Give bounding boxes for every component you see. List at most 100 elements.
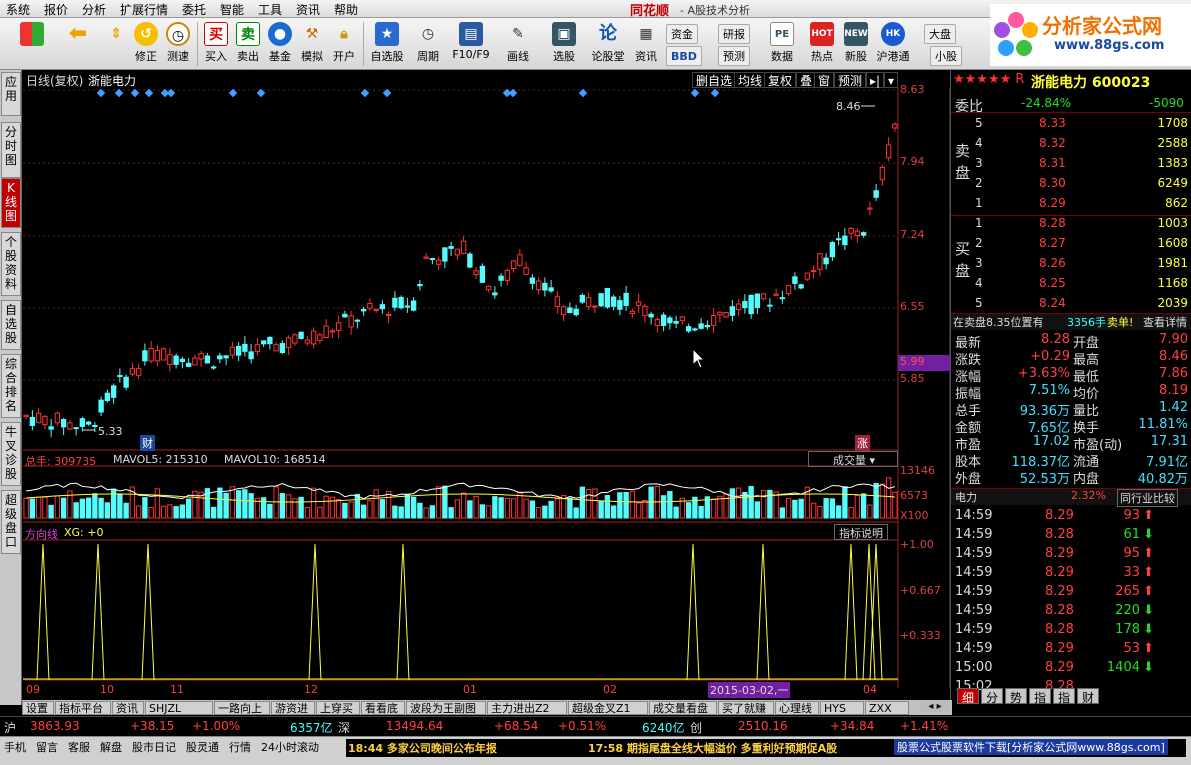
status-item[interactable]: 解盘 xyxy=(100,739,122,755)
indicator-tab[interactable]: 心理线 xyxy=(775,701,819,715)
watchlist-button[interactable]: ★ 自选股 xyxy=(368,20,406,68)
indicator-tab[interactable]: 游资进 xyxy=(271,701,315,715)
buy-level[interactable]: 3 8.26 1981 xyxy=(951,256,1191,273)
tab-profile[interactable]: 个股资料 xyxy=(1,232,21,296)
menu-help[interactable]: 帮助 xyxy=(334,1,358,18)
updown-button[interactable]: ⇕ xyxy=(100,20,132,68)
hk-connect-button[interactable]: HK 沪港通 xyxy=(874,20,912,68)
indicator-tab[interactable]: 主力进出Z2 xyxy=(487,701,567,715)
window-button[interactable]: 窗 xyxy=(814,72,835,88)
select-stock-button[interactable]: ▣ 选股 xyxy=(548,20,580,68)
menu-tools[interactable]: 工具 xyxy=(258,1,282,18)
indicator-tab[interactable]: 成交量看盘 xyxy=(649,701,717,715)
status-item[interactable]: 行情 xyxy=(229,739,251,755)
indicator-tab[interactable]: HYS xyxy=(820,701,864,715)
menu-info[interactable]: 资讯 xyxy=(296,1,320,18)
buy-level[interactable]: 4 8.25 1168 xyxy=(951,276,1191,293)
kline-chart[interactable] xyxy=(23,88,950,700)
status-item[interactable]: 24小时滚动 xyxy=(261,739,319,755)
predict-button[interactable]: 预测 xyxy=(834,72,867,88)
big-order-note[interactable]: 在卖盘8.35位置有 3356手 卖单! 查看详情 xyxy=(951,313,1191,330)
download-link[interactable]: 股票公式股票软件下载[分析家公式网www.88gs.com] xyxy=(894,739,1168,755)
buy-level[interactable]: 2 8.27 1608 xyxy=(951,236,1191,253)
sell-level[interactable]: 3 8.31 1383 xyxy=(951,156,1191,173)
sell-level[interactable]: 5 8.33 1708 xyxy=(951,116,1191,133)
period-button[interactable]: ◷ 周期 xyxy=(412,20,444,68)
menu-system[interactable]: 系统 xyxy=(6,1,30,18)
ipo-button[interactable]: NEW 新股 xyxy=(840,20,872,68)
small-cap-button[interactable]: 小股 xyxy=(930,46,962,66)
indicator-tab[interactable]: 超级金叉Z1 xyxy=(568,701,648,715)
volume-indicator-select[interactable]: 成交量 ▾ xyxy=(808,451,898,467)
menu-analysis[interactable]: 分析 xyxy=(82,1,106,18)
overlay-button[interactable]: 叠 xyxy=(796,72,817,88)
quote-tab[interactable]: 细 xyxy=(957,688,979,705)
industry-compare-button[interactable]: 同行业比较 xyxy=(1117,489,1178,507)
menu-quote[interactable]: 报价 xyxy=(44,1,68,18)
finance-marker[interactable]: 财 xyxy=(140,435,155,451)
menu-ext-quote[interactable]: 扩展行情 xyxy=(120,1,168,18)
research-button[interactable]: 研报 xyxy=(718,24,750,44)
status-item[interactable]: 手机 xyxy=(4,739,26,755)
quote-tab[interactable]: 分 xyxy=(981,688,1003,705)
sell-button[interactable]: 卖卖出 xyxy=(232,20,264,68)
quote-tab[interactable]: 财 xyxy=(1077,688,1099,705)
back-button[interactable]: ⬅ xyxy=(62,20,94,68)
tab-kline[interactable]: K线图 xyxy=(1,178,21,228)
tabs-scroll-icon[interactable]: ◂ ▸ xyxy=(920,701,950,712)
status-item[interactable]: 股灵通 xyxy=(186,739,219,755)
simulate-button[interactable]: ⚒ 模拟 xyxy=(296,20,328,68)
news-ticker-2[interactable]: 17:58 期指尾盘全线大幅溢价 多重利好预期促A股 xyxy=(588,740,837,756)
indicator-tab[interactable]: 资讯 xyxy=(112,701,144,715)
bbd-button[interactable]: BBD xyxy=(666,46,702,66)
tab-level2[interactable]: 超级盘口 xyxy=(1,490,21,554)
news-ticker-1[interactable]: 18:44 多家公司晚间公布年报 xyxy=(348,740,497,756)
tab-intraday[interactable]: 分时图 xyxy=(1,122,21,178)
indicator-tab[interactable]: 一路向上 xyxy=(214,701,270,715)
sell-level[interactable]: 2 8.30 6249 xyxy=(951,176,1191,193)
remove-watch-button[interactable]: 删自选 xyxy=(692,72,737,88)
indicator-tab[interactable]: SHJZL xyxy=(145,701,213,715)
draw-button[interactable]: ✎ 画线 xyxy=(502,20,534,68)
quote-tab[interactable]: 指 xyxy=(1053,688,1075,705)
data-button[interactable]: PE 数据 xyxy=(766,20,798,68)
quote-tab[interactable]: 势 xyxy=(1005,688,1027,705)
open-account-button[interactable]: 🔒︎ 开户 xyxy=(328,20,360,68)
market-button[interactable]: 大盘 xyxy=(924,24,956,44)
indicator-tab[interactable]: 波段为王副图 xyxy=(406,701,486,715)
indicator-tab[interactable]: 看看底 xyxy=(361,701,405,715)
f10-button[interactable]: ▤ F10/F9 xyxy=(452,20,490,68)
quote-tab[interactable]: 指 xyxy=(1029,688,1051,705)
sell-level[interactable]: 4 8.32 2588 xyxy=(951,136,1191,153)
buy-level[interactable]: 5 8.24 2039 xyxy=(951,296,1191,313)
status-item[interactable]: 客服 xyxy=(68,739,90,755)
buy-level[interactable]: 1 8.28 1003 xyxy=(951,216,1191,233)
speedtest-button[interactable]: ◷ 测速 xyxy=(162,20,194,68)
note-detail-link[interactable]: 查看详情 xyxy=(1143,314,1187,330)
tab-apps[interactable]: 应用 xyxy=(1,72,21,116)
status-item[interactable]: 留言 xyxy=(36,739,58,755)
indicator-tab[interactable]: 上穿买 xyxy=(316,701,360,715)
forecast-button[interactable]: 预测 xyxy=(718,46,750,66)
menu-trade[interactable]: 委托 xyxy=(182,1,206,18)
capital-button[interactable]: 资金 xyxy=(666,24,698,44)
limit-up-marker[interactable]: 涨 xyxy=(855,435,870,451)
fix-button[interactable]: ↺ 修正 xyxy=(130,20,162,68)
sell-level[interactable]: 1 8.29 862 xyxy=(951,196,1191,213)
tab-ranking[interactable]: 综合排名 xyxy=(1,354,21,418)
indicator-tab[interactable]: 设置 xyxy=(22,701,54,715)
layout-button[interactable] xyxy=(16,20,48,68)
tab-watchlist[interactable]: 自选股 xyxy=(1,300,21,350)
news-button[interactable]: ▦ 资讯 xyxy=(630,20,662,68)
indicator-tab[interactable]: 指标平台 xyxy=(55,701,111,715)
indicator-tab[interactable]: 买了就赚 xyxy=(718,701,774,715)
last-page-icon[interactable]: ▸| xyxy=(866,72,885,88)
hotspot-button[interactable]: HOT 热点 xyxy=(806,20,838,68)
forum-button[interactable]: 论论股堂 xyxy=(590,20,626,68)
fund-button[interactable]: ● 基金 xyxy=(264,20,296,68)
dropdown-icon[interactable]: ▾ xyxy=(884,72,899,88)
menu-smart[interactable]: 智能 xyxy=(220,1,244,18)
status-item[interactable]: 股市日记 xyxy=(132,739,176,755)
indicator-tab[interactable]: ZXX xyxy=(865,701,909,715)
indicator-help-button[interactable]: 指标说明 xyxy=(834,524,888,540)
